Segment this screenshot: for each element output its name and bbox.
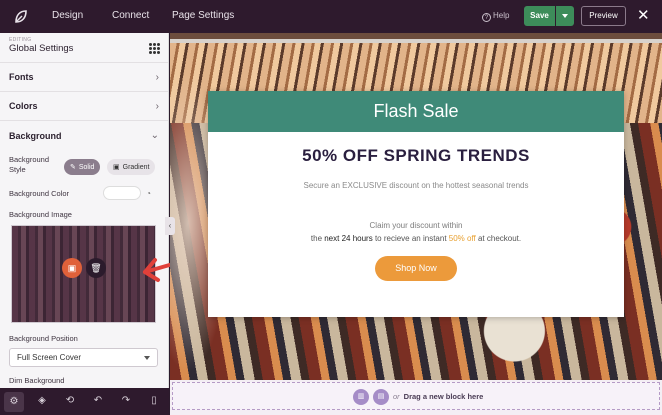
style-gradient-button[interactable]: ▣ Gradient [107, 159, 156, 175]
gradient-icon: ▣ [113, 164, 120, 171]
help-link[interactable]: ? Help [482, 11, 509, 22]
bottom-toolbar: ⚙ ◈ ⟲ ↶ ↷ ▯ [0, 388, 169, 415]
dim-bg-label: Dim Background [9, 376, 65, 385]
dropzone-text: or Drag a new block here [393, 392, 483, 401]
flash-sale-card[interactable]: Flash Sale 50% OFF SPRING TRENDS Secure … [208, 91, 624, 317]
nav-design[interactable]: Design [52, 10, 83, 21]
mobile-preview-icon[interactable]: ▯ [147, 394, 161, 408]
delete-image-button[interactable]: 🗑 [86, 258, 106, 278]
chevron-right-icon: › [155, 71, 159, 83]
chevron-down-icon: ⌄ [150, 130, 159, 141]
help-label: Help [493, 11, 510, 20]
layers-icon[interactable]: ◈ [35, 394, 49, 408]
style-solid-button[interactable]: ✎ Solid [64, 159, 101, 175]
top-bar: Design Connect Page Settings ? Help Save … [0, 0, 662, 33]
settings-gear-icon[interactable]: ⚙ [4, 392, 24, 412]
shop-now-button[interactable]: Shop Now [375, 256, 457, 281]
section-fonts[interactable]: Fonts › [0, 63, 168, 92]
nav-page-settings[interactable]: Page Settings [172, 10, 234, 21]
history-icon[interactable]: ⟲ [63, 394, 77, 408]
change-image-button[interactable]: ▣ [62, 258, 82, 278]
subtitle: Secure an EXCLUSIVE discount on the hott… [303, 181, 529, 190]
preview-button[interactable]: Preview [581, 6, 626, 26]
section-background[interactable]: Background ⌄ [0, 121, 168, 150]
claim-text-a: the [310, 234, 325, 243]
bg-position-label: Background Position [9, 334, 78, 343]
section-colors[interactable]: Colors › [0, 92, 168, 121]
bg-style-label: Background Style [9, 155, 50, 174]
bg-position-select[interactable]: Full Screen Cover [9, 348, 158, 367]
section-fonts-label: Fonts [9, 72, 34, 82]
undo-icon[interactable]: ↶ [91, 394, 105, 408]
section-background-label: Background [9, 130, 62, 141]
collapse-sidebar-icon[interactable]: ‹ [165, 217, 175, 235]
help-icon: ? [482, 13, 491, 22]
grid-menu-icon[interactable] [149, 43, 160, 54]
claim-text-e: at checkout. [475, 234, 522, 243]
sidebar-title: Global Settings [9, 43, 74, 54]
close-icon[interactable]: ✕ [637, 8, 650, 23]
dropzone-or: or [393, 392, 400, 401]
bg-color-swatch[interactable] [103, 186, 141, 200]
settings-sidebar: EDITING Global Settings Fonts › Colors › B… [0, 33, 169, 388]
bg-image-preview[interactable]: ▣ 🗑 [11, 225, 156, 323]
sidebar-header: EDITING Global Settings [0, 33, 168, 63]
style-solid-label: Solid [78, 163, 95, 171]
claim-line-1: Claim your discount within [369, 221, 463, 230]
save-button[interactable]: Save [524, 6, 555, 26]
redo-icon[interactable]: ↷ [119, 394, 133, 408]
dropzone-label: Drag a new block here [403, 392, 484, 401]
card-header: Flash Sale [208, 91, 624, 132]
pencil-icon: ✎ [70, 164, 76, 171]
claim-line-2: the next 24 hours to recieve an instant … [208, 234, 624, 243]
seedprod-logo-icon[interactable] [10, 6, 32, 28]
claim-text-b: next 24 hours [324, 234, 373, 243]
block-dropzone[interactable]: ▥ ▤ or Drag a new block here [172, 382, 660, 410]
style-gradient-label: Gradient [122, 163, 150, 171]
section-colors-label: Colors [9, 101, 38, 111]
bg-image-label: Background Image [9, 210, 72, 219]
claim-text-c: to recieve an instant [372, 234, 449, 243]
save-options-dropdown[interactable] [556, 6, 574, 26]
nav-connect[interactable]: Connect [112, 10, 149, 21]
color-picker-icon[interactable]: ◔ [143, 188, 154, 199]
add-block-icon[interactable]: ▤ [373, 389, 389, 405]
bg-color-label: Background Color [9, 189, 70, 198]
headline: 50% OFF SPRING TRENDS [302, 146, 530, 165]
add-columns-icon[interactable]: ▥ [353, 389, 369, 405]
chevron-right-icon: › [155, 100, 159, 112]
page-canvas: Flash Sale 50% OFF SPRING TRENDS Secure … [170, 33, 662, 415]
claim-text-d: 50% off [448, 234, 476, 243]
